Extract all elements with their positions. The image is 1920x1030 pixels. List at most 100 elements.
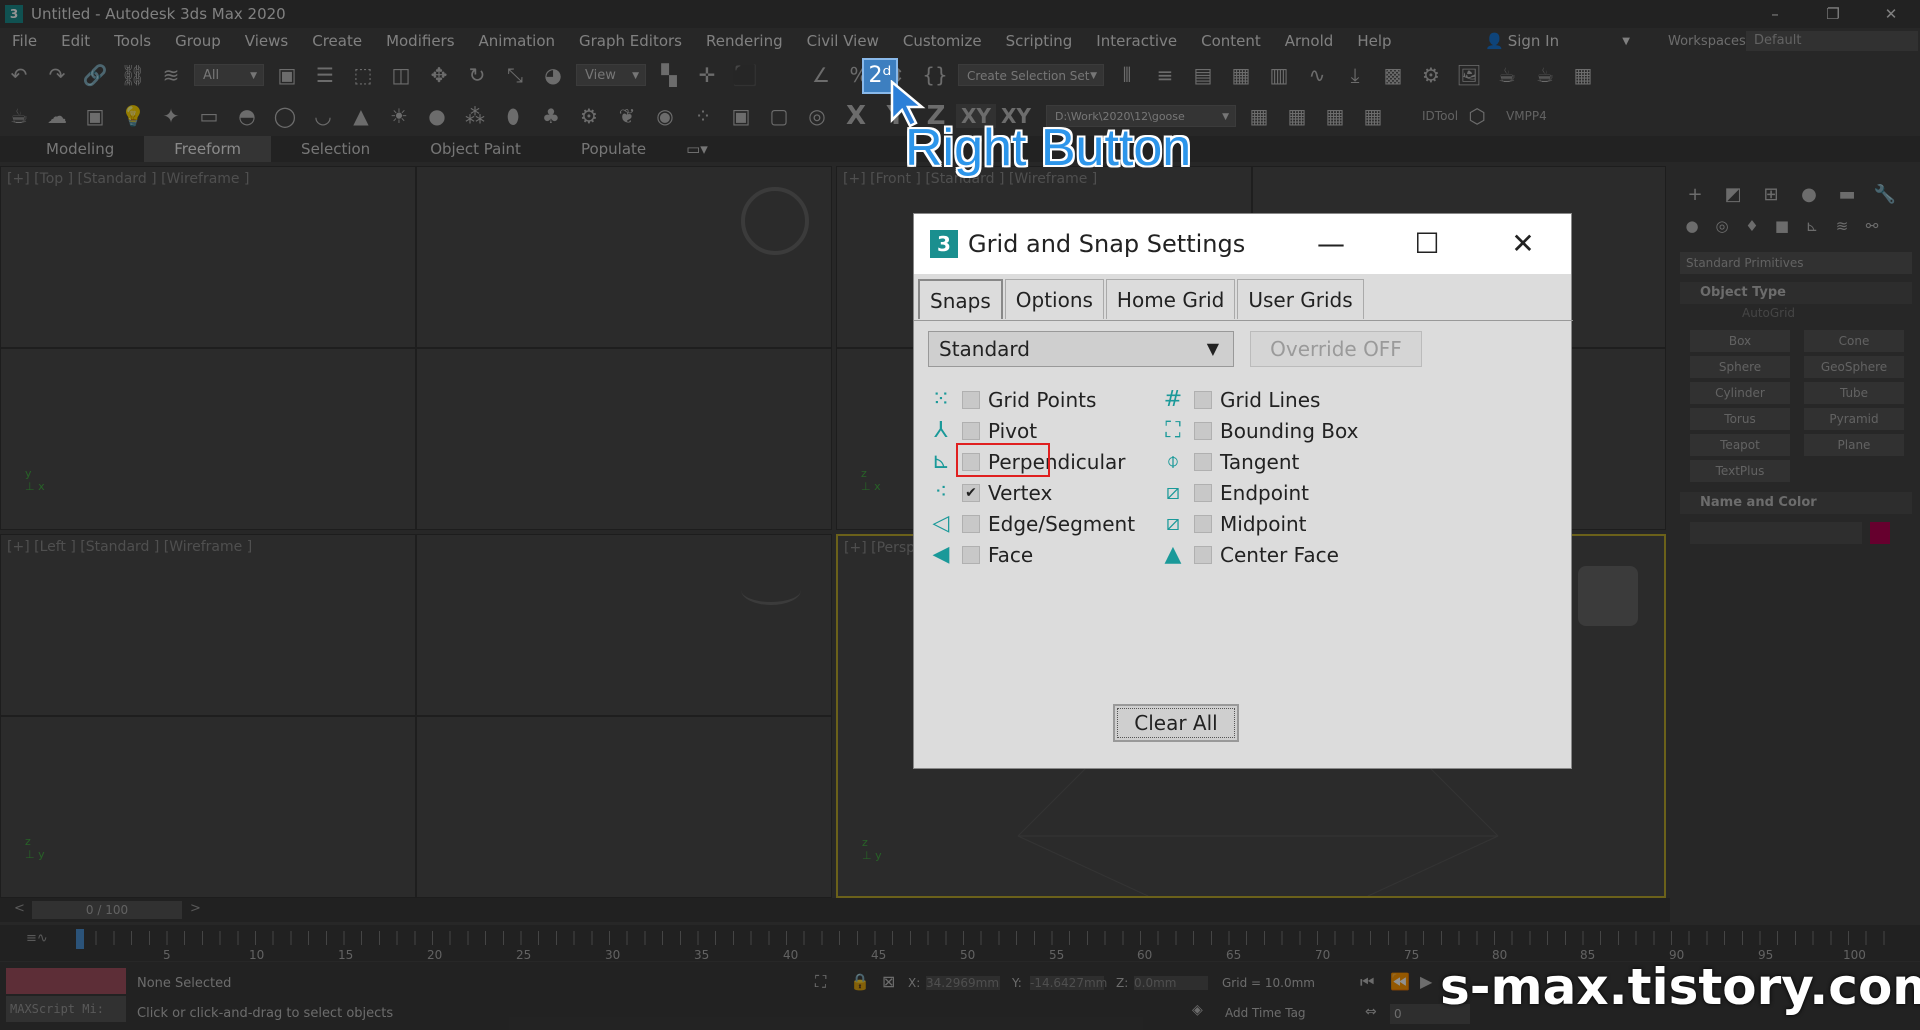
tab-selection[interactable]: Selection — [271, 136, 400, 162]
maxscript-mini-listener[interactable]: MAXScript Mi: — [6, 996, 126, 1022]
select-by-name-icon[interactable]: ☰ — [309, 60, 341, 90]
select-manipulate-icon[interactable]: ✛ — [691, 60, 723, 90]
material-editor-icon[interactable]: ▩ — [1377, 60, 1409, 90]
cylinder-button[interactable]: Cylinder — [1690, 382, 1790, 404]
torus-button[interactable]: Torus — [1690, 408, 1790, 430]
box-button[interactable]: Box — [1690, 330, 1790, 352]
autogrid-checkbox[interactable]: AutoGrid — [1742, 306, 1795, 320]
menu-content[interactable]: Content — [1189, 32, 1273, 50]
tab-options[interactable]: Options — [1004, 279, 1104, 319]
systems-icon[interactable]: ⚯ — [1860, 214, 1884, 238]
lock-icon[interactable]: 🔒 — [850, 972, 870, 991]
checkbox[interactable] — [1194, 546, 1212, 564]
place-icon[interactable]: ◕ — [537, 60, 569, 90]
checkbox[interactable] — [962, 422, 980, 440]
x-coord-field[interactable]: 34.2969mm — [926, 976, 1000, 990]
curve-editor-icon[interactable]: ∿ — [1301, 60, 1333, 90]
prev-key-icon[interactable]: ⏪ — [1390, 972, 1410, 991]
tube-button[interactable]: Tube — [1804, 382, 1904, 404]
option-pivot[interactable]: ⅄ Pivot — [926, 416, 1037, 446]
vmpp4-label[interactable]: VMPP4 — [1506, 109, 1547, 123]
tree-icon[interactable]: ♣ — [535, 101, 567, 131]
teapot-button[interactable]: Teapot — [1690, 434, 1790, 456]
menu-civil-view[interactable]: Civil View — [795, 32, 891, 50]
checkbox[interactable] — [962, 391, 980, 409]
absolute-mode-icon[interactable]: ⊠ — [882, 972, 895, 991]
option-vertex[interactable]: ⁖ ✔ Vertex — [926, 478, 1053, 508]
object-type-rollout[interactable]: Object Type — [1680, 282, 1912, 304]
checkbox-checked[interactable]: ✔ — [962, 484, 980, 502]
layer-explorer-icon[interactable]: ▤ — [1187, 60, 1219, 90]
toggle-ribbon-icon[interactable]: ▦ — [1225, 60, 1257, 90]
menu-animation[interactable]: Animation — [467, 32, 567, 50]
checkbox[interactable] — [1194, 391, 1212, 409]
menu-tools[interactable]: Tools — [102, 32, 163, 50]
viewcube-icon[interactable] — [741, 187, 809, 255]
checkbox[interactable] — [1194, 515, 1212, 533]
gear-icon[interactable]: ⚙ — [573, 101, 605, 131]
maxscript-listener-pink[interactable] — [6, 968, 126, 994]
menu-arnold[interactable]: Arnold — [1273, 32, 1346, 50]
scene-explorer-icon[interactable]: ▥ — [1263, 60, 1295, 90]
z-coord-field[interactable]: 0.0mm — [1134, 976, 1208, 990]
plant-icon[interactable]: ❦ — [611, 101, 643, 131]
menu-interactive[interactable]: Interactive — [1084, 32, 1189, 50]
tab-snaps[interactable]: Snaps — [918, 279, 1003, 319]
scatter-icon[interactable]: ⁂ — [459, 101, 491, 131]
capsule-icon[interactable]: ⬮ — [497, 101, 529, 131]
option-tangent[interactable]: ⌽ Tangent — [1158, 447, 1299, 477]
render-iterative-icon[interactable]: ☕ — [1529, 60, 1561, 90]
spacewarps-icon[interactable]: ≋ — [1830, 214, 1854, 238]
window-crossing-icon[interactable]: ◫ — [385, 60, 417, 90]
cameras-icon[interactable]: ■ — [1770, 214, 1794, 238]
play-icon[interactable]: ▶ — [1420, 972, 1432, 991]
utilities-tab-icon[interactable]: 🔧 — [1870, 180, 1900, 210]
hexagon-icon[interactable]: ⬡ — [1461, 101, 1493, 131]
display-tab-icon[interactable]: ▬ — [1832, 180, 1862, 210]
dialog-title-bar[interactable]: 3 Grid and Snap Settings — ☐ ✕ — [914, 214, 1571, 274]
frame-icon[interactable]: ▢ — [763, 101, 795, 131]
option-endpoint[interactable]: ⧄ Endpoint — [1158, 478, 1309, 508]
primitive-type-dropdown[interactable]: Standard Primitives — [1680, 252, 1912, 274]
checkbox[interactable] — [1194, 453, 1212, 471]
workspaces-dropdown[interactable]: Default — [1746, 31, 1918, 51]
lights-icon[interactable]: ♦ — [1740, 214, 1764, 238]
selection-filter-dropdown[interactable]: All — [194, 64, 264, 87]
link-icon[interactable]: 🔗 — [79, 60, 111, 90]
render-cube-icon[interactable]: ▣ — [725, 101, 757, 131]
viewcube-icon[interactable] — [741, 575, 801, 605]
option-face[interactable]: ◀ Face — [926, 540, 1034, 570]
frame-marker[interactable] — [76, 929, 84, 949]
dome-icon[interactable]: ◓ — [231, 101, 263, 131]
tab-object-paint[interactable]: Object Paint — [400, 136, 551, 162]
rotate-icon[interactable]: ↻ — [461, 60, 493, 90]
snap-type-dropdown[interactable]: Standard ▼ — [928, 331, 1234, 367]
next-frame-icon[interactable]: > — [190, 901, 201, 916]
pivot-center-icon[interactable]: ▚ — [653, 60, 685, 90]
tab-home-grid[interactable]: Home Grid — [1105, 279, 1236, 319]
sign-in-button[interactable]: 👤 Sign In ▼ — [1485, 31, 1630, 51]
mirror-icon[interactable]: ⫴ — [1111, 60, 1143, 90]
time-slider-thumb[interactable]: 0 / 100 — [32, 901, 182, 919]
redo-icon[interactable]: ↷ — [41, 60, 73, 90]
viewport-top[interactable]: [+] [Top ] [Standard ] [Wireframe ] y ⊥ x — [0, 166, 832, 530]
option-grid-points[interactable]: ⁙ Grid Points — [926, 385, 1097, 415]
minimize-icon[interactable]: — — [1283, 214, 1379, 274]
menu-scripting[interactable]: Scripting — [994, 32, 1085, 50]
ring-icon[interactable]: ◯ — [269, 101, 301, 131]
tab-modeling[interactable]: Modeling — [16, 136, 144, 162]
helpers-icon[interactable]: ⊾ — [1800, 214, 1824, 238]
ribbon-options-icon[interactable]: ▭▾ — [686, 140, 708, 158]
sphere-light-icon[interactable]: ● — [421, 101, 453, 131]
restore-icon[interactable]: ❐ — [1804, 0, 1862, 28]
shapes-icon[interactable]: ◎ — [1710, 214, 1734, 238]
cone-button[interactable]: Cone — [1804, 330, 1904, 352]
goto-start-icon[interactable]: ⏮ — [1360, 972, 1374, 992]
viewport-top-label[interactable]: [+] [Top ] [Standard ] [Wireframe ] — [7, 171, 249, 187]
geosphere-button[interactable]: GeoSphere — [1804, 356, 1904, 378]
isolate-icon[interactable]: ⛶ — [815, 972, 826, 992]
viewport-left-label[interactable]: [+] [Left ] [Standard ] [Wireframe ] — [7, 539, 252, 555]
checkbox[interactable] — [962, 546, 980, 564]
unlink-icon[interactable]: ⛓ — [117, 60, 149, 90]
reference-coord-dropdown[interactable]: View — [576, 64, 646, 87]
